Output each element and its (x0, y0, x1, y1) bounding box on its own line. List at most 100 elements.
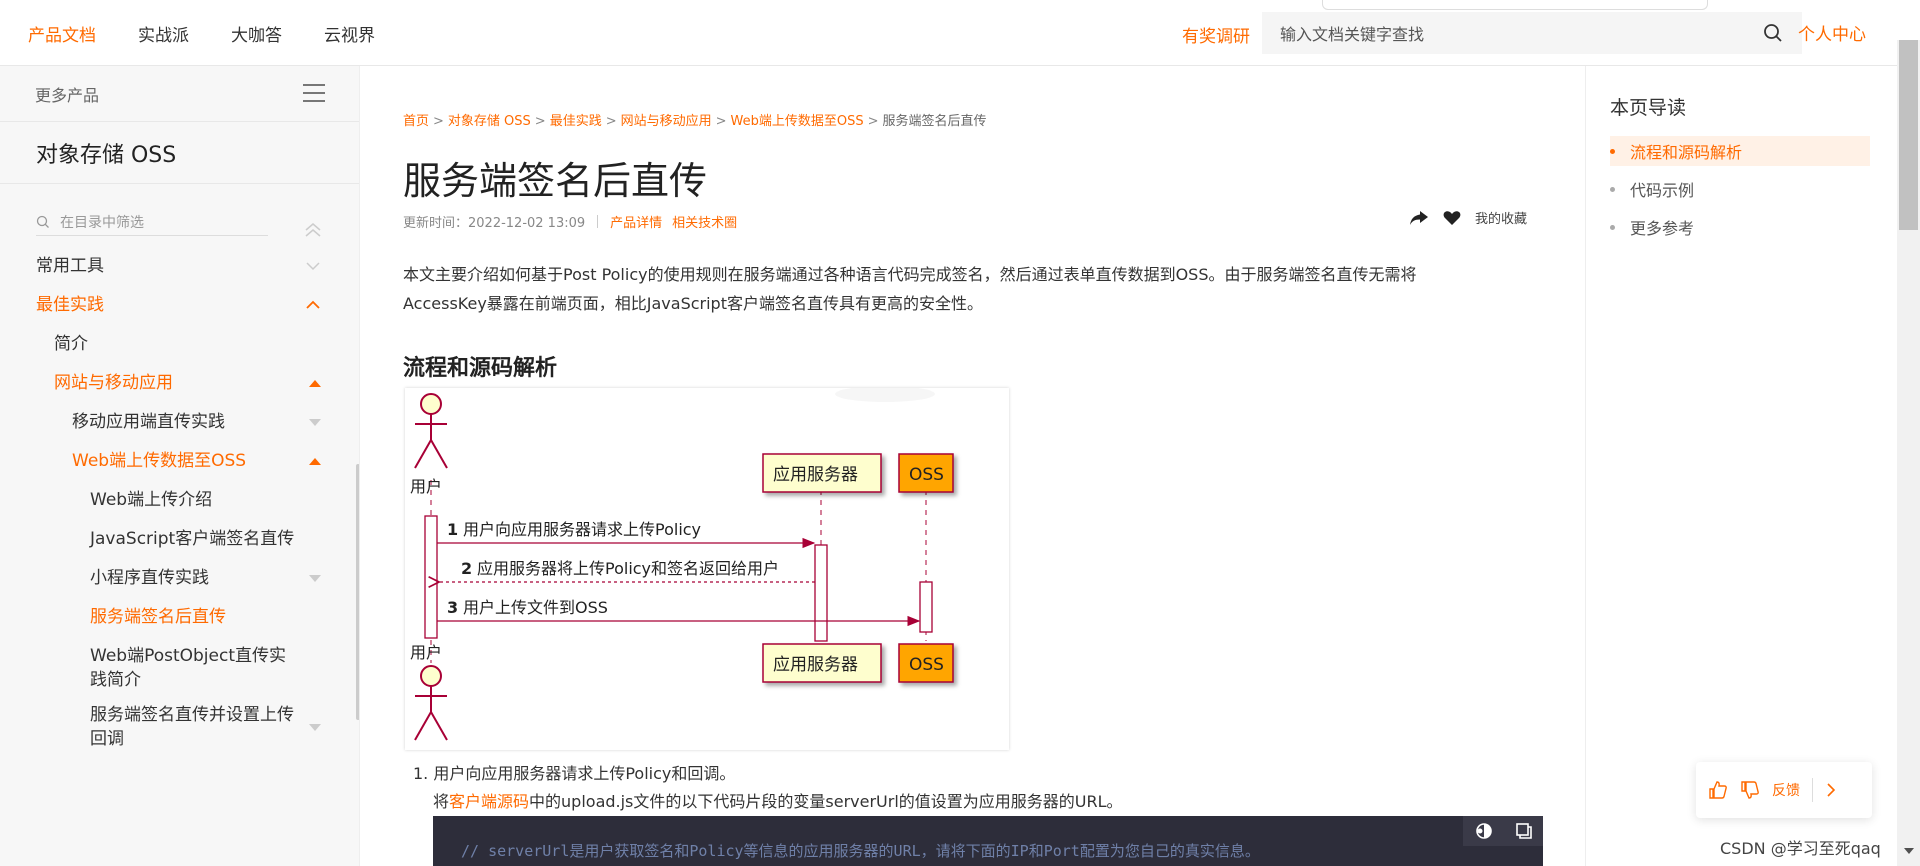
survey-link[interactable]: 有奖调研 (1182, 22, 1250, 47)
toc-item-label: 流程和源码解析 (1630, 143, 1743, 162)
caret-up-icon[interactable] (309, 449, 321, 473)
tree-item-best-practices[interactable]: 最佳实践 (0, 293, 359, 317)
product-details-link[interactable]: 产品详情 (610, 212, 662, 231)
search-icon[interactable] (1762, 22, 1784, 44)
sidebar: 更多产品 对象存储 OSS 在目录中筛选 常用工具 最佳实践 简介 网站与移动应… (0, 66, 360, 866)
code-tools (1463, 816, 1543, 846)
thumbs-up-icon[interactable] (1708, 780, 1728, 800)
caret-down-icon[interactable] (309, 566, 321, 590)
page-title: 服务端签名后直传 (403, 159, 708, 203)
breadcrumb-best-practices[interactable]: 最佳实践 (550, 114, 602, 129)
tree-item-label: 服务端签名后直传 (90, 607, 226, 627)
intro-paragraph: 本文主要介绍如何基于Post Policy的使用规则在服务端通过各种语言代码完成… (403, 265, 1417, 313)
actor-top-label: 用户 (410, 477, 442, 496)
tree-item-intro[interactable]: 简介 (0, 332, 359, 356)
breadcrumb-web-upload[interactable]: Web端上传数据至OSS (731, 114, 864, 129)
app-server-label-top: 应用服务器 (773, 465, 858, 485)
oss-label-top: OSS (909, 465, 944, 485)
share-icon[interactable] (1409, 210, 1429, 226)
feedback-button[interactable]: 反馈 (1772, 780, 1800, 800)
toc-title: 本页导读 (1610, 97, 1687, 119)
nav-cloud-vision[interactable]: 云视界 (324, 21, 375, 46)
tree-item-web-upload[interactable]: Web端上传数据至OSS (0, 449, 359, 473)
search-input[interactable]: 输入文档关键字查找 (1280, 21, 1762, 45)
tree-item-server-sign[interactable]: 服务端签名后直传 (0, 605, 359, 629)
breadcrumb-current: 服务端签名后直传 (882, 114, 987, 129)
copy-icon[interactable] (1515, 822, 1533, 840)
search-box[interactable]: 输入文档关键字查找 (1262, 12, 1802, 54)
sequence-diagram: 用户 应用服务器 OSS 1 用户向应用服务器请求上传Policy 2 应用服务… (405, 386, 1009, 750)
caret-down-icon[interactable] (309, 715, 321, 739)
page-meta: 更新时间：2022-12-02 13:09 产品详情 相关技术圈 (403, 212, 737, 231)
tree-item-postobject[interactable]: Web端PostObject直传实践简介 (0, 644, 359, 692)
sequence-diagram-svg: 用户 应用服务器 OSS 1 用户向应用服务器请求上传Policy 2 应用服务… (410, 386, 954, 741)
toc-item-flow[interactable]: 流程和源码解析 (1610, 136, 1870, 166)
chevron-up-icon[interactable] (305, 293, 321, 317)
breadcrumb: 首页 > 对象存储 OSS > 最佳实践 > 网站与移动应用 > Web端上传数据至OSS > 服务… (403, 114, 987, 129)
tree-item-web-upload-intro[interactable]: Web端上传介绍 (0, 488, 359, 512)
actor-bottom-icon (414, 665, 448, 741)
theme-toggle-icon[interactable] (1474, 821, 1494, 841)
msg2-label: 应用服务器将上传Policy和签名返回给用户 (477, 559, 779, 578)
step-list: 1. 用户向应用服务器请求上传Policy和回调。 将客户端源码中的upload… (413, 760, 1123, 816)
toc-item-more-references[interactable]: 更多参考 (1610, 212, 1870, 242)
tech-community-link[interactable]: 相关技术圈 (672, 212, 737, 231)
caret-up-icon[interactable] (309, 371, 321, 395)
thumbs-down-icon[interactable] (1740, 780, 1760, 800)
breadcrumb-home[interactable]: 首页 (403, 114, 429, 129)
breadcrumb-oss[interactable]: 对象存储 OSS (448, 114, 531, 129)
doc-tree: 常用工具 最佳实践 简介 网站与移动应用 移动应用端直传实践 Web端上传数据至… (0, 254, 359, 751)
nav-product-docs[interactable]: 产品文档 (28, 21, 96, 46)
msg1-label: 用户向应用服务器请求上传Policy (463, 520, 701, 539)
more-products[interactable]: 更多产品 (0, 66, 359, 122)
tree-item-common-tools[interactable]: 常用工具 (0, 254, 359, 278)
nav-practice[interactable]: 实战派 (138, 21, 189, 46)
toc-item-label: 代码示例 (1630, 181, 1695, 200)
top-nav: 产品文档 实战派 大咖答 云视界 (28, 0, 375, 66)
code-block: // serverUrl是用户获取签名和Policy等信息的应用服务器的URL，… (433, 816, 1543, 866)
my-favorites-link[interactable]: 我的收藏 (1475, 208, 1527, 227)
feedback-widget: 反馈 (1696, 762, 1872, 818)
page-scrollbar[interactable] (1897, 40, 1920, 866)
product-title[interactable]: 对象存储 OSS (0, 122, 359, 184)
collapse-all-icon[interactable] (302, 220, 324, 240)
client-source-link[interactable]: 客户端源码 (449, 792, 529, 811)
tree-item-web-mobile[interactable]: 网站与移动应用 (0, 371, 359, 395)
page-toc: 本页导读 流程和源码解析 代码示例 更多参考 (1585, 66, 1895, 866)
actor-bottom-label: 用户 (410, 643, 442, 662)
menu-icon[interactable] (303, 84, 325, 104)
code-comment-line: // serverUrl是用户获取签名和Policy等信息的应用服务器的URL，… (461, 842, 1260, 860)
tree-item-label: 最佳实践 (36, 295, 104, 315)
sidebar-scrollbar[interactable] (356, 464, 359, 720)
tree-item-miniprogram[interactable]: 小程序直传实践 (0, 566, 359, 590)
page-actions: 我的收藏 (1409, 208, 1527, 227)
tree-item-label: 小程序直传实践 (90, 568, 209, 588)
breadcrumb-web-mobile[interactable]: 网站与移动应用 (621, 114, 712, 129)
sidebar-filter-input[interactable]: 在目录中筛选 (36, 208, 268, 236)
caret-down-icon[interactable] (309, 410, 321, 434)
chevron-right-icon[interactable] (1825, 782, 1837, 798)
tree-item-label: Web端上传数据至OSS (72, 451, 247, 471)
msg3-number: 3 (447, 598, 458, 617)
tree-item-mobile-upload[interactable]: 移动应用端直传实践 (0, 410, 359, 434)
tree-item-label: JavaScript客户端签名直传 (90, 529, 295, 549)
page-scrollbar-thumb[interactable] (1899, 40, 1918, 230)
chevron-down-icon[interactable] (305, 254, 321, 278)
tree-item-server-sign-callback[interactable]: 服务端签名直传并设置上传回调 (0, 703, 359, 751)
main-content: 首页 > 对象存储 OSS > 最佳实践 > 网站与移动应用 > Web端上传数据至OSS > 服务… (403, 66, 1583, 866)
nav-expert-qa[interactable]: 大咖答 (231, 21, 282, 46)
msg2-number: 2 (461, 559, 472, 578)
actor-top-icon (414, 393, 448, 469)
tree-item-js-client-sign[interactable]: JavaScript客户端签名直传 (0, 527, 359, 551)
filter-placeholder: 在目录中筛选 (60, 214, 144, 231)
step-1: 1. 用户向应用服务器请求上传Policy和回调。 (413, 764, 736, 783)
heart-icon[interactable] (1443, 210, 1461, 226)
user-center-link[interactable]: 个人中心 (1798, 20, 1866, 45)
toc-item-label: 更多参考 (1630, 219, 1695, 238)
scroll-down-arrow-icon[interactable] (1904, 848, 1914, 854)
toc-item-code-examples[interactable]: 代码示例 (1610, 174, 1870, 204)
tree-item-label: 常用工具 (36, 256, 104, 276)
tree-item-label: 移动应用端直传实践 (72, 412, 225, 432)
search-icon (36, 215, 49, 228)
activation-oss (919, 581, 933, 633)
